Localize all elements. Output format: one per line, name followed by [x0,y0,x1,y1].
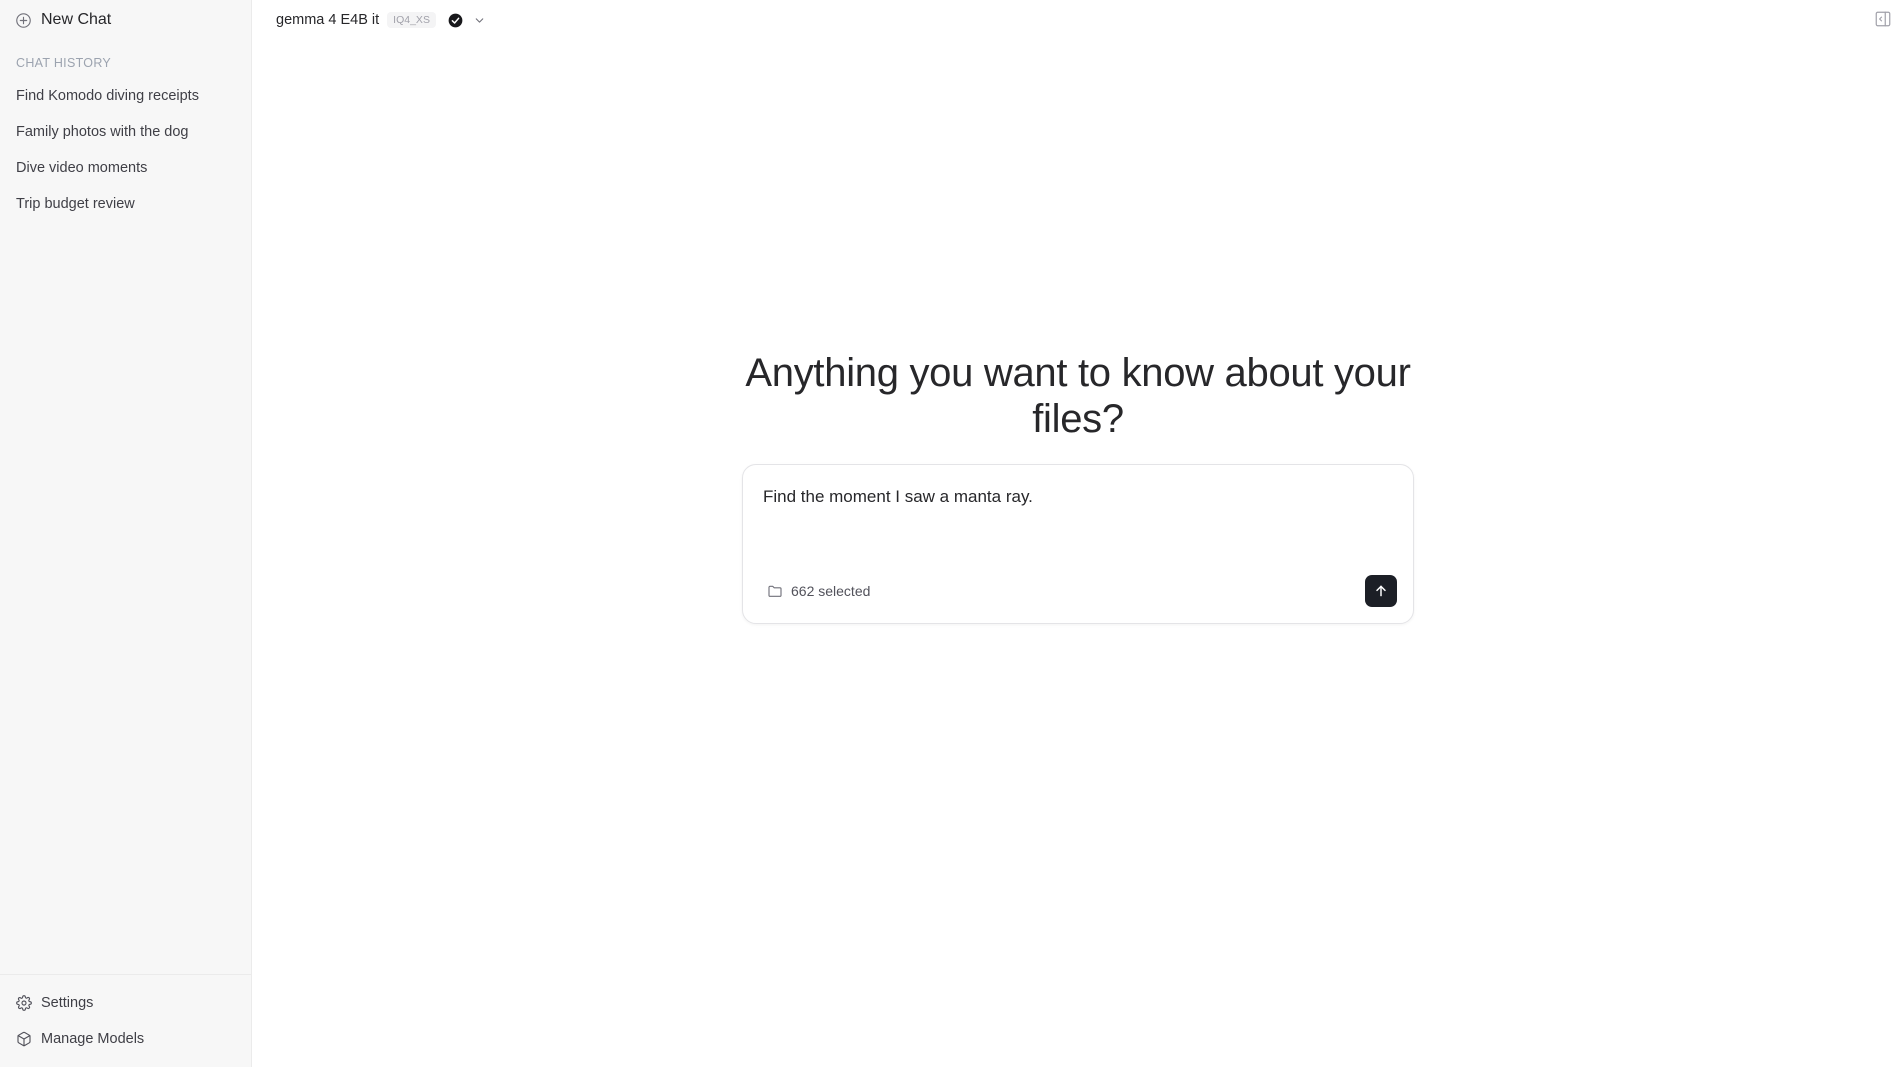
folder-icon [767,583,783,599]
chat-history-item[interactable]: Dive video moments [0,150,251,186]
settings-label: Settings [41,995,94,1011]
arrow-up-icon [1373,583,1389,599]
settings-button[interactable]: Settings [0,985,251,1021]
new-chat-label: New Chat [41,11,112,28]
plus-circle-icon [15,12,32,29]
empty-state: Anything you want to know about your fil… [252,350,1904,624]
manage-models-button[interactable]: Manage Models [0,1021,251,1057]
files-selected-count: 662 selected [791,583,871,599]
panel-toggle-icon[interactable] [1874,10,1892,28]
manage-models-label: Manage Models [41,1031,145,1047]
cube-icon [16,1031,32,1047]
model-selector-bar: gemma 4 E4B it IQ4_XS [252,0,1904,40]
main-area: gemma 4 E4B it IQ4_XS Anything you want … [252,0,1904,1067]
chat-history-item-label: Trip budget review [16,196,135,212]
sidebar-footer: Settings Manage Models [0,974,251,1067]
check-circle-icon [448,13,463,28]
page-title: Anything you want to know about your fil… [745,351,1411,441]
chat-history-heading: CHAT HISTORY [16,56,112,70]
chat-history-item-label: Find Komodo diving receipts [16,88,199,104]
chat-history-item-label: Dive video moments [16,160,148,176]
chevron-down-icon[interactable] [473,14,486,27]
file-selection-button[interactable]: 662 selected [767,583,870,599]
app-window: New Chat CHAT HISTORY Find Komodo diving… [0,0,1904,1067]
chat-history-item[interactable]: Find Komodo diving receipts [0,78,251,114]
chat-history-item-label: Family photos with the dog [16,124,189,140]
model-quant-badge: IQ4_XS [387,12,436,28]
chat-history-list: Find Komodo diving receipts Family photo… [0,78,251,222]
chat-history-item[interactable]: Trip budget review [0,186,251,222]
message-input[interactable] [763,487,1393,507]
model-name[interactable]: gemma 4 E4B it [276,12,379,28]
send-button[interactable] [1365,575,1397,607]
gear-icon [16,995,32,1011]
sidebar: New Chat CHAT HISTORY Find Komodo diving… [0,0,252,1067]
chat-composer: 662 selected [742,464,1414,624]
new-chat-button[interactable]: New Chat [0,0,251,40]
chat-history-item[interactable]: Family photos with the dog [0,114,251,150]
